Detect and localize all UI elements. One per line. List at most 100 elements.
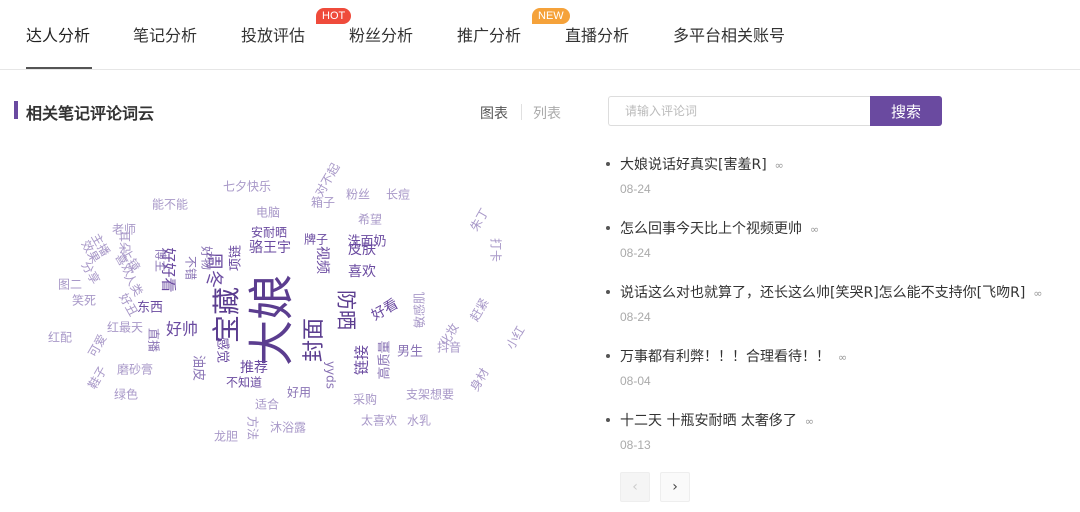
word-cloud-term[interactable]: 东西 <box>137 301 163 316</box>
bullet-dot <box>606 226 610 230</box>
word-cloud-term[interactable]: 龙胆 <box>214 430 238 444</box>
tab-multi-platform-accounts[interactable]: 多平台相关账号 <box>673 22 785 46</box>
comment-text: 怎么回事今天比上个视频更帅 <box>620 221 802 237</box>
word-cloud-term[interactable]: 不知道 <box>226 376 262 390</box>
link-icon[interactable]: ∞ <box>810 223 819 236</box>
comment-text: 说话这么对也就算了，还长这么帅[笑哭R]怎么能不支持你[飞吻R] <box>620 285 1026 301</box>
word-cloud-term[interactable]: 高质量 <box>377 340 393 379</box>
word-cloud-term[interactable]: 直播 <box>147 328 161 352</box>
list-item: 万事都有利弊！！！合理看待！！ ∞ 08-04 <box>606 346 1076 410</box>
list-item: 大娘说话好真实[害羞R] ∞ 08-24 <box>606 154 1076 218</box>
section-accent-bar <box>14 101 18 119</box>
tab-promotion-analysis[interactable]: 推广分析 <box>457 22 521 46</box>
comment-text: 大娘说话好真实[害羞R] <box>620 157 767 173</box>
comment-text: 万事都有利弊！！！合理看待！！ <box>620 349 830 365</box>
word-cloud-term[interactable]: 链接 <box>353 345 371 375</box>
next-page-button[interactable]: › <box>660 472 690 502</box>
word-cloud-term[interactable]: 图二 <box>58 278 82 292</box>
link-icon[interactable]: ∞ <box>1033 287 1042 300</box>
word-cloud-term[interactable]: 防晒 <box>335 290 359 330</box>
bullet-dot <box>606 290 610 294</box>
word-cloud-term[interactable]: 男生 <box>397 345 423 360</box>
word-cloud-term[interactable]: 不错 <box>184 256 198 280</box>
word-cloud-term[interactable]: 希望 <box>358 212 382 227</box>
word-cloud-term[interactable]: 身材 <box>467 365 492 393</box>
link-icon[interactable]: ∞ <box>805 415 814 428</box>
word-cloud-term[interactable]: 小红 <box>503 323 528 351</box>
tab-fan-analysis[interactable]: 粉丝分析 <box>349 22 413 46</box>
word-cloud-term[interactable]: 博主 <box>154 248 169 272</box>
tab-placement-evaluation[interactable]: 投放评估 <box>241 22 305 46</box>
word-cloud-term[interactable]: 好物 <box>200 246 214 270</box>
word-cloud-term[interactable]: 骆王宇 <box>249 240 291 256</box>
word-cloud-term[interactable]: 七夕快乐 <box>223 180 271 194</box>
list-item: 十二天 十瓶安耐晒 太奢侈了 ∞ 08-13 <box>606 410 1076 474</box>
word-cloud-term[interactable]: 水乳 <box>407 414 431 428</box>
word-cloud-svg: 大娘宝藏 封面防晒周冬好帅好好看链接视频骆王宇推荐喜欢皮肤好看项链东西感觉 男生高质… <box>48 161 528 444</box>
previous-page-button[interactable]: ‹ <box>620 472 650 502</box>
section-title: 相关笔记评论词云 <box>26 104 155 123</box>
word-cloud-term[interactable]: 采购 <box>353 392 377 407</box>
comment-text: 十二天 十瓶安耐晒 太奢侈了 <box>620 413 797 429</box>
word-cloud-term[interactable]: 牌子 <box>304 233 328 247</box>
comment-date: 08-24 <box>620 182 651 196</box>
word-cloud-term[interactable]: 洗面奶 <box>347 235 386 250</box>
bullet-dot <box>606 354 610 358</box>
word-cloud-term[interactable]: 推荐 <box>240 360 268 376</box>
word-cloud-term[interactable]: 分享 <box>78 258 103 286</box>
word-cloud-term[interactable]: 朱丁 <box>468 206 492 234</box>
word-cloud-term[interactable]: 大娘 <box>245 274 299 366</box>
active-tab-underline <box>26 67 92 69</box>
word-cloud-term[interactable]: 沐浴露 <box>270 421 306 435</box>
word-cloud-term[interactable]: 绿色 <box>114 387 138 402</box>
word-cloud-term[interactable]: 对不起 <box>313 161 343 199</box>
word-cloud-term[interactable]: 能不能 <box>152 198 188 212</box>
top-tab-bar: 达人分析 笔记分析 投放评估 粉丝分析 推广分析 直播分析 多平台相关账号 HO… <box>0 0 1080 70</box>
word-cloud-term[interactable]: 宝藏 <box>210 287 243 343</box>
word-cloud-term[interactable]: 项链 <box>229 245 244 271</box>
word-cloud-term[interactable]: 笑死 <box>72 293 96 308</box>
word-cloud-term[interactable]: 感觉 <box>215 337 231 363</box>
word-cloud-term[interactable]: 长痘 <box>386 187 410 202</box>
tab-influencer-analysis[interactable]: 达人分析 <box>26 22 90 46</box>
word-cloud-term[interactable]: 磨砂膏 <box>117 362 153 377</box>
tab-live-analysis[interactable]: 直播分析 <box>565 22 629 46</box>
comment-search-input[interactable] <box>608 96 870 126</box>
word-cloud-term[interactable]: 赶紧 <box>468 296 492 324</box>
word-cloud-term[interactable]: 粉丝 <box>346 188 370 202</box>
word-cloud-term[interactable]: 电脑 <box>256 206 280 220</box>
word-cloud-term[interactable]: 适合 <box>255 397 279 412</box>
word-cloud-term[interactable]: 喜欢 <box>348 264 376 280</box>
word-cloud-term[interactable]: 支架想要 <box>406 387 454 402</box>
word-cloud-term[interactable]: 打卡 <box>489 238 503 262</box>
word-cloud-term[interactable]: yyds <box>324 361 338 389</box>
word-cloud-term[interactable]: 油皮 <box>191 355 206 381</box>
link-icon[interactable]: ∞ <box>838 351 847 364</box>
view-toggle-divider <box>521 104 522 120</box>
word-cloud-term[interactable]: 敏感肌 <box>412 292 427 328</box>
word-cloud-term[interactable]: 好用 <box>287 386 311 400</box>
word-cloud-term[interactable]: 好帅 <box>166 320 198 339</box>
search-button[interactable]: 搜索 <box>870 96 942 126</box>
word-cloud-term[interactable]: 鞋子 <box>85 363 110 391</box>
link-icon[interactable]: ∞ <box>775 159 784 172</box>
word-cloud-term[interactable]: 好看 <box>369 296 401 324</box>
comment-word-cloud: 大娘 宝藏 封面 防晒 周冬 好帅 好好看 链接 视频 骆王宇 推荐 喜欢 皮肤 好看 项链 东西 感觉 男生 高质… <box>40 150 580 470</box>
comment-date: 08-04 <box>620 374 651 388</box>
word-cloud-term[interactable]: 安耐晒 <box>251 225 287 240</box>
word-cloud-term[interactable]: 太喜欢 <box>361 413 397 428</box>
word-cloud-term[interactable]: 方法 <box>246 416 261 440</box>
word-cloud-term[interactable]: 红最天 <box>107 320 143 335</box>
comment-date: 08-13 <box>620 438 651 452</box>
word-cloud-term[interactable]: 封面 <box>302 318 327 362</box>
word-cloud-term[interactable]: 可爱 <box>86 332 110 360</box>
view-list-toggle[interactable]: 列表 <box>533 103 561 123</box>
bullet-dot <box>606 162 610 166</box>
bullet-dot <box>606 418 610 422</box>
hot-badge: HOT <box>316 8 352 24</box>
list-item: 怎么回事今天比上个视频更帅 ∞ 08-24 <box>606 218 1076 282</box>
word-cloud-term[interactable]: 红配 <box>48 330 72 345</box>
word-cloud-term[interactable]: 视频 <box>314 246 330 274</box>
view-chart-toggle[interactable]: 图表 <box>480 103 508 123</box>
tab-note-analysis[interactable]: 笔记分析 <box>133 22 197 46</box>
